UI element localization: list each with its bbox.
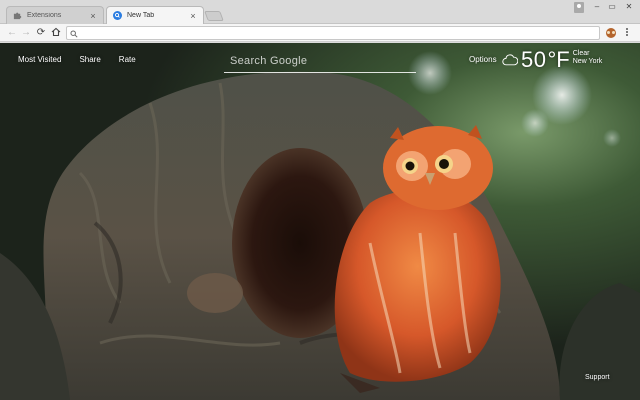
menu-dots-icon[interactable]	[624, 27, 630, 39]
maximize-button[interactable]: ▭	[605, 1, 619, 13]
weather-location: New York	[572, 58, 603, 65]
back-icon[interactable]: ←	[6, 27, 18, 39]
tab-new-tab[interactable]: New Tab ×	[106, 6, 204, 24]
address-bar[interactable]	[66, 26, 600, 40]
weather-temperature: 50	[521, 47, 547, 72]
weather-condition: Clear	[572, 50, 590, 57]
minimize-button[interactable]: –	[590, 1, 604, 13]
support-link[interactable]: Support	[585, 374, 610, 381]
forward-icon[interactable]: →	[20, 27, 32, 39]
weather-info: Clear New York	[573, 50, 603, 66]
puzzle-icon	[13, 11, 22, 20]
close-tab-icon[interactable]: ×	[189, 11, 197, 20]
google-search-input[interactable]	[224, 51, 416, 71]
options-link[interactable]: Options	[469, 55, 497, 64]
reload-icon[interactable]: ⟳	[35, 27, 47, 39]
owl-background-image	[0, 43, 640, 400]
tab-extensions[interactable]: Extensions ×	[6, 6, 104, 24]
profile-icon[interactable]	[574, 2, 584, 13]
new-tab-page: Most Visited Share Rate Options 50 °F Cl…	[0, 43, 640, 400]
cloud-icon	[502, 54, 518, 66]
close-window-button[interactable]: ✕	[622, 1, 636, 13]
rate-link[interactable]: Rate	[119, 55, 136, 64]
owl-extension-icon[interactable]	[606, 28, 616, 38]
weather-unit: °F	[547, 47, 570, 72]
tab-title: Extensions	[27, 12, 62, 19]
new-tab-button[interactable]	[204, 11, 224, 21]
search-tab-icon	[113, 11, 122, 20]
weather-widget[interactable]: 50 °F Clear New York	[502, 49, 602, 71]
close-tab-icon[interactable]: ×	[89, 11, 97, 20]
share-link[interactable]: Share	[79, 55, 100, 64]
tab-strip: Extensions × New Tab × – ▭ ✕	[0, 0, 640, 24]
tab-title: New Tab	[127, 12, 155, 19]
search-icon	[70, 29, 78, 41]
most-visited-link[interactable]: Most Visited	[18, 55, 61, 64]
address-input[interactable]	[81, 28, 591, 39]
home-icon[interactable]	[50, 27, 62, 39]
newtab-nav: Most Visited Share Rate	[18, 55, 136, 64]
browser-toolbar: ← → ⟳	[0, 24, 640, 42]
google-search-box	[224, 51, 416, 73]
